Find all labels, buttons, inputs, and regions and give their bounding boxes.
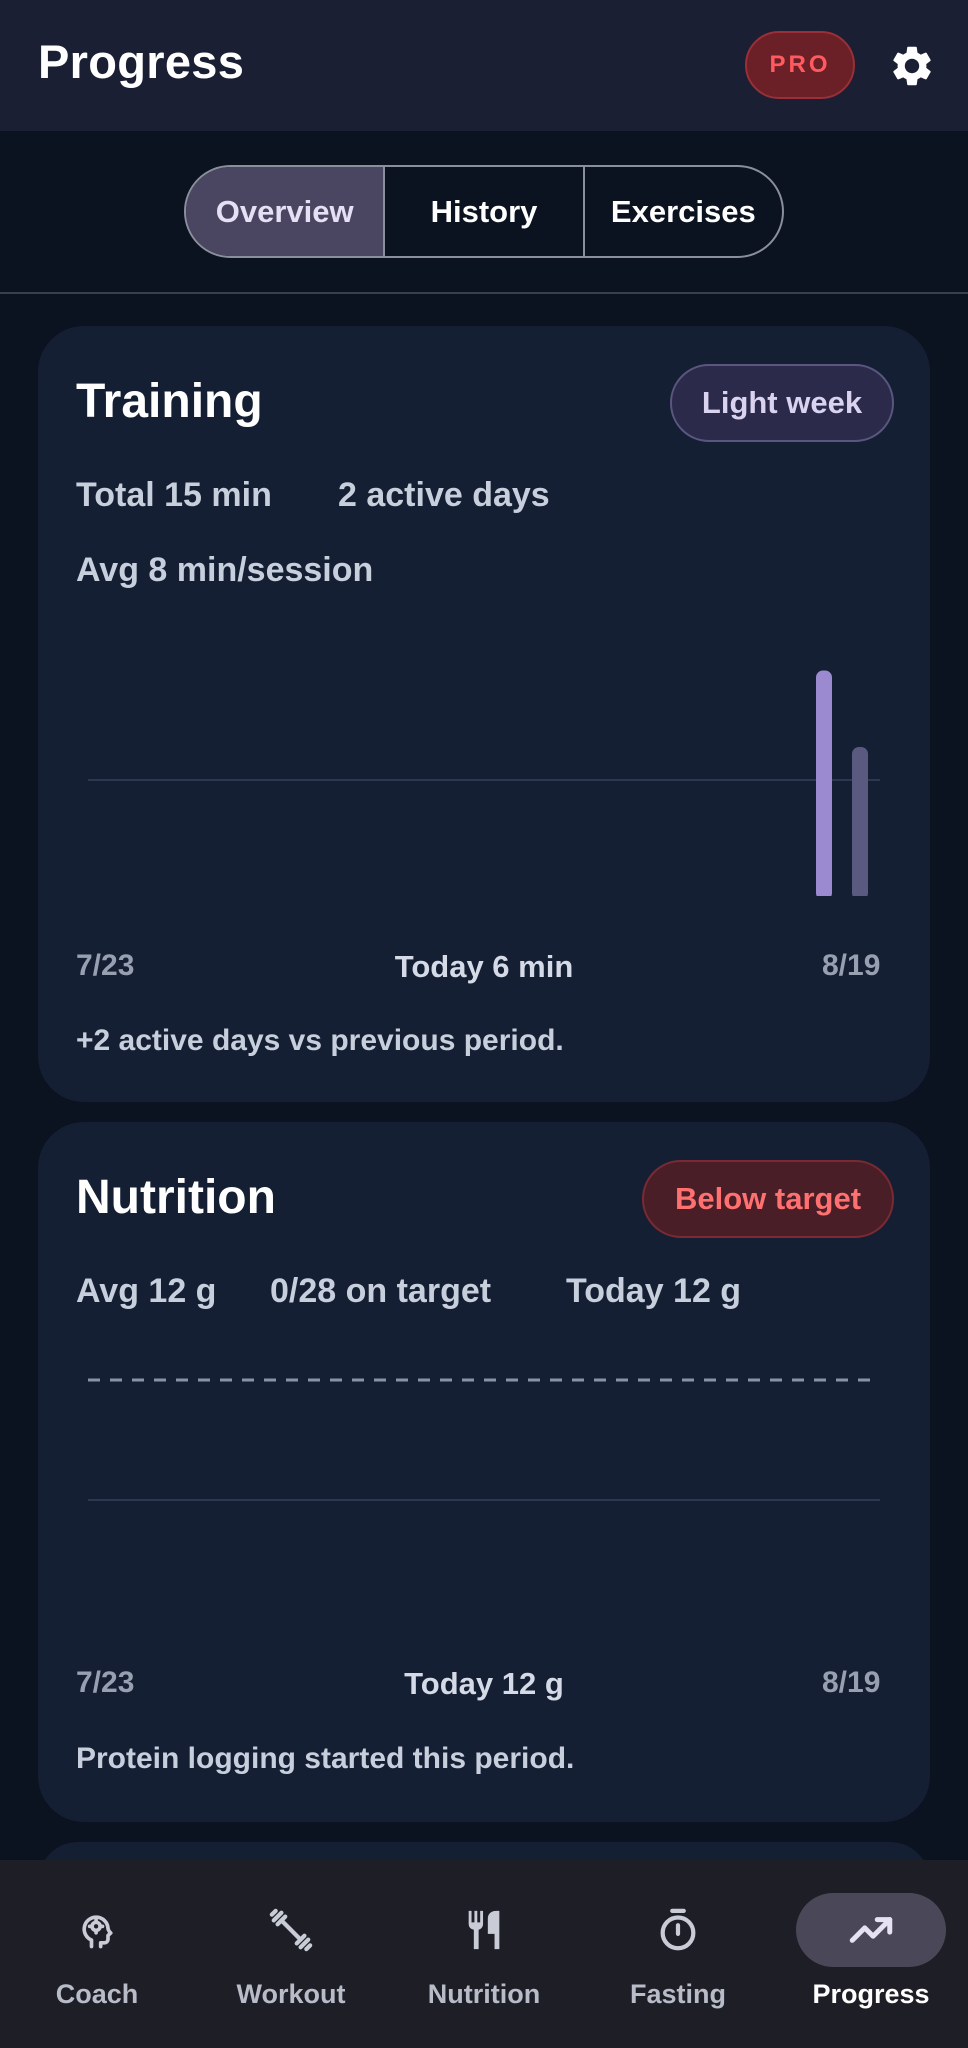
dumbbell-icon — [269, 1908, 313, 1952]
nav-workout[interactable]: Workout — [194, 1860, 388, 2048]
nutrition-card[interactable]: Nutrition Below target Avg 12 g 0/28 on … — [38, 1122, 930, 1822]
brain-icon — [82, 1915, 113, 1949]
view-tabs: Overview History Exercises — [184, 165, 784, 258]
training-bar-today — [852, 747, 868, 896]
tab-overview[interactable]: Overview — [186, 167, 386, 256]
nutrition-footnote: Protein logging started this period. — [76, 1742, 575, 1775]
app-header: Progress PRO — [0, 0, 968, 131]
training-status-badge: Light week — [670, 364, 894, 442]
nutrition-x-end: 8/19 — [822, 1666, 881, 1699]
training-avg: Avg 8 min/session — [76, 551, 374, 589]
training-title: Training — [76, 375, 263, 428]
nav-progress[interactable]: Progress — [774, 1860, 968, 2048]
nav-fasting-label: Fasting — [629, 1979, 726, 2009]
settings-button[interactable] — [884, 38, 940, 94]
training-bar-yesterday — [816, 670, 832, 896]
nutrition-title: Nutrition — [76, 1171, 276, 1224]
training-x-start: 7/23 — [76, 949, 135, 982]
training-active-days: 2 active days — [338, 476, 550, 514]
nav-coach[interactable]: Coach — [0, 1860, 194, 2048]
page-title: Progress — [38, 35, 245, 88]
nutrition-x-start: 7/23 — [76, 1666, 135, 1699]
fork-knife-icon — [468, 1910, 500, 1950]
nutrition-chart — [88, 1378, 880, 1501]
training-total: Total 15 min — [76, 476, 272, 514]
training-x-end: 8/19 — [822, 949, 881, 982]
nutrition-on-target: 0/28 on target — [270, 1272, 492, 1310]
training-footnote: +2 active days vs previous period. — [76, 1024, 564, 1057]
pro-badge[interactable]: PRO — [745, 31, 855, 99]
stopwatch-icon — [660, 1908, 696, 1951]
progress-screen: Progress PRO Overview History Exercises … — [0, 0, 968, 2048]
nav-fasting[interactable]: Fasting — [581, 1860, 775, 2048]
nutrition-today-stat: Today 12 g — [566, 1272, 742, 1310]
nutrition-status-badge: Below target — [642, 1160, 894, 1238]
nutrition-today-label: Today 12 g — [404, 1666, 564, 1701]
nav-nutrition[interactable]: Nutrition — [387, 1860, 581, 2048]
training-today-label: Today 6 min — [394, 949, 574, 984]
bottom-nav: Coach Workout Nutrition Fasting Progress — [0, 1860, 968, 2048]
tab-history[interactable]: History — [385, 167, 585, 256]
gear-icon — [893, 46, 931, 86]
nav-nutrition-label: Nutrition — [427, 1979, 541, 2009]
nutrition-avg: Avg 12 g — [76, 1272, 217, 1310]
nav-coach-label: Coach — [55, 1979, 139, 2009]
trending-up-icon — [849, 1917, 893, 1943]
training-chart — [88, 670, 880, 896]
nav-progress-label: Progress — [812, 1979, 930, 2009]
tabs-divider — [0, 292, 968, 294]
training-card[interactable]: Training Light week Total 15 min 2 activ… — [38, 326, 930, 1102]
nav-workout-label: Workout — [236, 1979, 346, 2009]
tab-exercises[interactable]: Exercises — [585, 167, 782, 256]
